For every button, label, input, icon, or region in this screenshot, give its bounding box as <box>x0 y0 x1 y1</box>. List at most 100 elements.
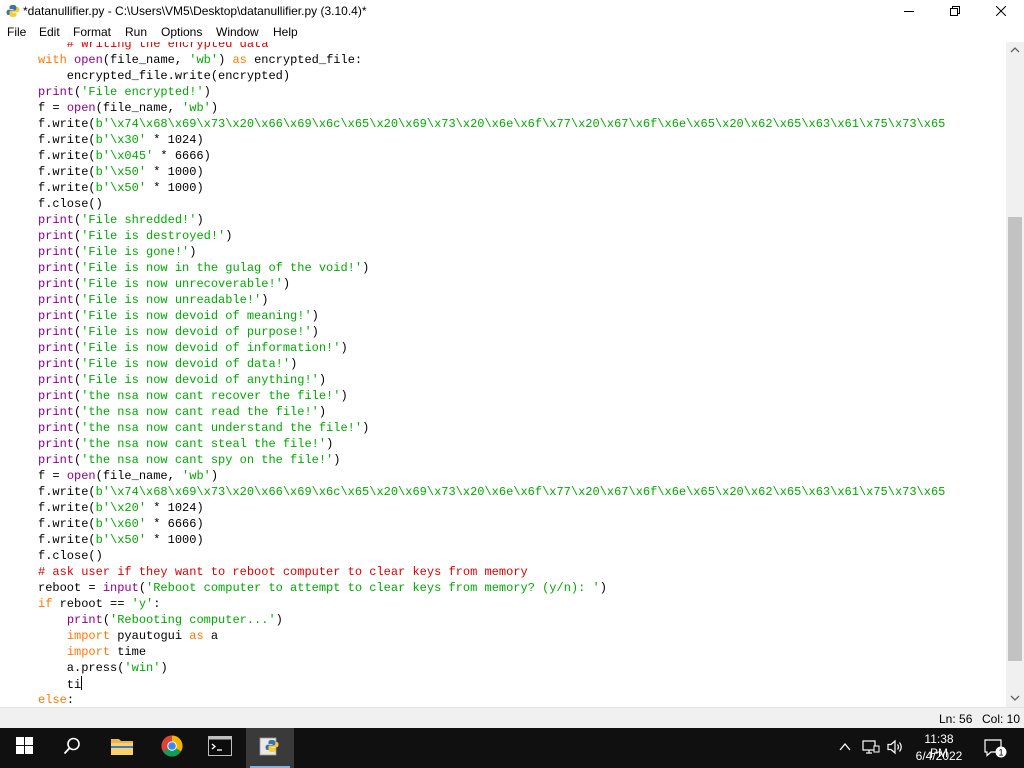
code-token: if <box>38 597 53 611</box>
code-token: 'the nsa now cant recover the file!' <box>81 389 341 403</box>
taskbar: 11:38 PM 6/4/2022 1 <box>0 728 1024 768</box>
scroll-up-button[interactable] <box>1006 42 1024 58</box>
code-line: if reboot == 'y': <box>38 596 945 612</box>
code-token: ) <box>340 389 348 403</box>
code-line: f = open(file_name, 'wb') <box>38 100 945 116</box>
code-token: 'Rebooting computer...' <box>110 613 276 627</box>
code-token: 'the nsa now cant understand the file!' <box>81 421 363 435</box>
python-idle-icon <box>6 4 20 18</box>
code-token: print <box>38 357 75 371</box>
text-cursor <box>81 676 83 690</box>
code-token: f.write( <box>38 485 96 499</box>
maximize-button[interactable] <box>932 0 978 23</box>
code-token: else <box>38 693 67 707</box>
search-button[interactable] <box>48 728 96 768</box>
vertical-scrollbar[interactable] <box>1006 42 1024 707</box>
file-explorer-button[interactable] <box>98 728 146 768</box>
command-prompt-button[interactable] <box>196 728 244 768</box>
code-token: f.write( <box>38 133 96 147</box>
code-token: 'wb' <box>189 53 219 67</box>
menu-run[interactable]: Run <box>125 25 147 39</box>
chevron-up-icon <box>1010 47 1020 53</box>
code-token: ) <box>189 245 197 259</box>
code-token: ( <box>102 613 111 627</box>
code-token: import <box>66 629 111 643</box>
code-token: * 1000) <box>146 533 204 547</box>
code-token: ) <box>225 229 233 243</box>
code-token: f.write( <box>38 149 96 163</box>
code-token: print <box>38 421 75 435</box>
menu-edit[interactable]: Edit <box>39 25 60 39</box>
chrome-button[interactable] <box>148 728 196 768</box>
start-button[interactable] <box>0 728 48 768</box>
code-token: 'Reboot computer to attempt to clear key… <box>146 581 600 595</box>
code-token: print <box>38 341 75 355</box>
code-token: print <box>38 229 75 243</box>
code-line: print('File is now devoid of anything!') <box>38 372 945 388</box>
code-token: f.write( <box>38 165 96 179</box>
notification-count: 1 <box>998 747 1003 757</box>
status-bar: Ln: 56 Col: 10 <box>0 707 1024 728</box>
code-token: print <box>38 373 75 387</box>
code-token: ) <box>326 437 334 451</box>
code-token: as <box>232 53 247 67</box>
code-token: b'\x50' <box>95 181 147 195</box>
code-token: b'\x045' <box>95 149 154 163</box>
code-token: # ask user if they want to reboot comput… <box>38 565 528 579</box>
code-token: b'\x20' <box>95 501 147 515</box>
code-token: ) <box>282 277 291 291</box>
code-token: as <box>189 629 204 643</box>
show-hidden-icons-button[interactable] <box>838 740 852 759</box>
code-token: 'File is now devoid of information!' <box>81 341 341 355</box>
code-token: ) <box>275 613 283 627</box>
code-token: b'\x60' <box>95 517 147 531</box>
code-token: open <box>66 101 96 115</box>
code-line: print('File is now unreadable!') <box>38 292 945 308</box>
code-token: ) <box>160 661 168 675</box>
python-idle-button[interactable] <box>246 728 294 768</box>
code-token: ) <box>311 309 319 323</box>
code-token: (file_name, <box>95 469 183 483</box>
network-icon[interactable] <box>862 739 880 760</box>
code-line: print('Rebooting computer...') <box>38 612 945 628</box>
code-token: f.write( <box>38 533 96 547</box>
code-token: print <box>38 325 75 339</box>
code-token: ) <box>203 85 211 99</box>
menu-format[interactable]: Format <box>73 25 111 39</box>
code-token: 'win' <box>124 661 161 675</box>
code-token: b'\x74\x68\x69\x73\x20\x66\x69\x6c\x65\x… <box>95 485 946 499</box>
code-line: a.press('win') <box>38 660 945 676</box>
code-token: open <box>74 53 103 67</box>
notification-center-button[interactable]: 1 <box>983 737 1007 764</box>
close-button[interactable] <box>978 0 1024 23</box>
scroll-thumb[interactable] <box>1008 217 1022 661</box>
code-line: import time <box>38 644 945 660</box>
minimize-button[interactable] <box>886 0 932 23</box>
code-token: b'\x30' <box>95 133 147 147</box>
code-token: print <box>38 453 75 467</box>
menu-file[interactable]: File <box>7 25 26 39</box>
menu-options[interactable]: Options <box>161 25 202 39</box>
code-token: b'\x50' <box>95 165 147 179</box>
code-token: print <box>38 85 75 99</box>
volume-icon[interactable] <box>887 739 905 760</box>
title-bar[interactable]: *datanullifier.py - C:\Users\VM5\Desktop… <box>0 0 1024 23</box>
code-token: ti <box>38 678 82 692</box>
scroll-down-button[interactable] <box>1006 690 1024 706</box>
code-token: f = <box>38 101 67 115</box>
code-editor[interactable]: # writing the encrypted data with open(fi… <box>0 42 1006 707</box>
code-token: ) <box>210 469 219 483</box>
code-token: ) <box>311 325 319 339</box>
clock-date[interactable]: 6/4/2022 <box>914 749 964 763</box>
code-line: print('File is now unrecoverable!') <box>38 276 945 292</box>
menu-help[interactable]: Help <box>273 25 298 39</box>
code-token: import <box>66 645 111 659</box>
terminal-icon <box>208 735 232 761</box>
code-token: input <box>102 581 139 595</box>
menu-window[interactable]: Window <box>216 25 259 39</box>
code-token: 'File is destroyed!' <box>81 229 226 243</box>
code-token: * 1024) <box>146 501 204 515</box>
code-line: # writing the encrypted data <box>38 42 945 52</box>
